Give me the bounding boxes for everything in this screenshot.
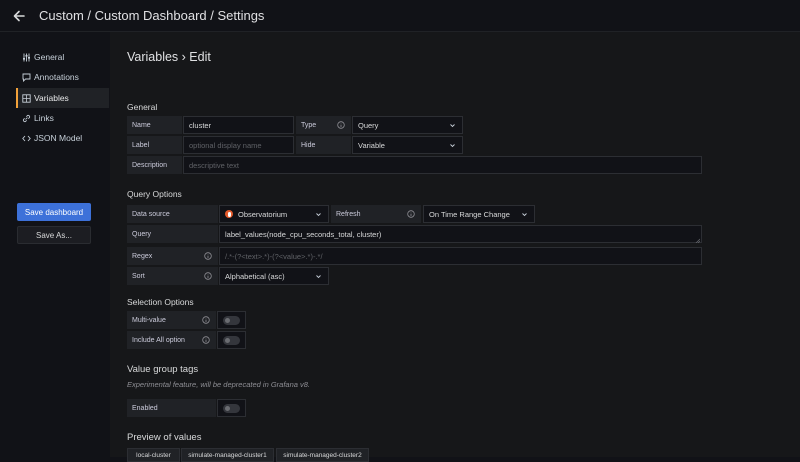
section-heading-query-options: Query Options [127, 189, 182, 199]
include-all-toggle[interactable] [217, 331, 246, 349]
multi-value-label-text: Multi-value [132, 316, 166, 324]
description-label: Description [127, 156, 182, 174]
sort-select[interactable]: Alphabetical (asc) [219, 267, 329, 285]
info-icon [204, 272, 212, 280]
sidebar-item-general[interactable]: General [16, 47, 109, 67]
sidebar-item-links[interactable]: Links [16, 108, 109, 128]
regex-label: Regex [127, 247, 218, 265]
regex-input[interactable]: /.*-(?<text>.*)-(?<value>.*)-.*/ [219, 247, 702, 265]
section-heading-value-group-tags: Value group tags [127, 364, 199, 375]
section-heading-selection-options: Selection Options [127, 297, 194, 307]
description-input[interactable]: descriptive text [183, 156, 702, 174]
info-icon [337, 121, 345, 129]
info-icon [202, 316, 210, 324]
type-select-value: Query [358, 120, 379, 130]
observatorium-icon [225, 210, 233, 218]
sidebar-item-variables[interactable]: Variables [16, 88, 109, 108]
name-input[interactable]: cluster [183, 116, 294, 134]
sidebar-item-annotations[interactable]: Annotations [16, 67, 109, 87]
enabled-toggle[interactable] [217, 399, 246, 417]
page-title: Variables › Edit [127, 50, 211, 64]
save-as-button[interactable]: Save As... [17, 226, 91, 244]
data-source-select[interactable]: Observatorium [219, 205, 329, 223]
hide-select-value: Variable [358, 140, 385, 150]
main-content: Variables › Edit General Name cluster Ty… [110, 32, 800, 462]
sort-select-value: Alphabetical (asc) [225, 271, 285, 281]
sidebar-item-label: General [34, 52, 65, 62]
type-label-text: Type [301, 121, 317, 129]
info-icon [202, 336, 210, 344]
toggle-knob [225, 337, 230, 343]
enabled-label: Enabled [127, 399, 216, 417]
calculator-icon [22, 93, 31, 103]
data-source-value: Observatorium [238, 209, 288, 219]
query-value: label_values(node_cpu_seconds_total, clu… [225, 229, 382, 239]
toggle-knob [225, 317, 230, 323]
chevron-down-icon [315, 211, 322, 218]
refresh-select[interactable]: On Time Range Change [423, 205, 535, 223]
preview-value-chip: local-cluster [127, 448, 180, 462]
toggle-track [223, 335, 240, 345]
type-select[interactable]: Query [352, 116, 463, 134]
code-icon [22, 134, 31, 143]
include-all-label: Include All option [127, 331, 216, 349]
info-icon [204, 252, 212, 260]
sidebar-item-label: Annotations [34, 72, 79, 82]
sliders-icon [22, 53, 31, 62]
sidebar-item-label: Links [34, 113, 54, 123]
label-label: Label [127, 136, 182, 154]
toggle-knob [225, 405, 230, 411]
sidebar-item-label: JSON Model [34, 133, 83, 143]
resize-handle-icon[interactable] [695, 236, 701, 244]
type-label: Type [296, 116, 351, 134]
save-dashboard-button[interactable]: Save dashboard [17, 203, 91, 221]
refresh-label-text: Refresh [336, 210, 361, 218]
chevron-down-icon [315, 273, 322, 280]
preview-value-chip: simulate-managed-cluster1 [181, 448, 274, 462]
hide-select[interactable]: Variable [352, 136, 463, 154]
refresh-label: Refresh [331, 205, 421, 223]
section-heading-general: General [127, 102, 158, 112]
regex-label-text: Regex [132, 252, 153, 260]
chevron-down-icon [449, 122, 456, 129]
preview-value-chip: simulate-managed-cluster2 [276, 448, 369, 462]
top-bar: Custom / Custom Dashboard / Settings [0, 0, 800, 32]
toggle-track [223, 403, 240, 413]
query-label: Query [127, 225, 218, 243]
settings-sidebar: General Annotations Variables Links JSON… [0, 32, 110, 457]
multi-value-label: Multi-value [127, 311, 216, 329]
chevron-down-icon [521, 211, 528, 218]
name-label: Name [127, 116, 182, 134]
query-input[interactable]: label_values(node_cpu_seconds_total, clu… [219, 225, 702, 244]
chevron-down-icon [449, 142, 456, 149]
toggle-track [223, 315, 240, 325]
info-icon [407, 210, 415, 218]
comment-icon [22, 73, 31, 82]
section-heading-preview: Preview of values [127, 432, 202, 443]
multi-value-toggle[interactable] [217, 311, 246, 329]
sidebar-item-json-model[interactable]: JSON Model [16, 128, 109, 148]
breadcrumb: Custom / Custom Dashboard / Settings [39, 8, 265, 23]
refresh-select-value: On Time Range Change [429, 209, 510, 219]
hide-label: Hide [296, 136, 351, 154]
data-source-label: Data source [127, 205, 218, 223]
back-arrow-icon[interactable] [9, 6, 29, 26]
sort-label-text: Sort [132, 272, 145, 280]
include-all-label-text: Include All option [132, 336, 185, 344]
sidebar-item-label: Variables [34, 93, 69, 103]
label-input[interactable]: optional display name [183, 136, 294, 154]
sort-label: Sort [127, 267, 218, 285]
link-icon [22, 114, 31, 123]
deprecation-note: Experimental feature, will be deprecated… [127, 380, 311, 389]
